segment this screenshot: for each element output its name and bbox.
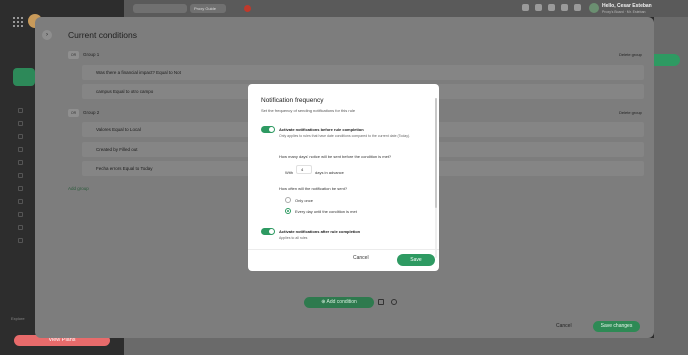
toolbar-icons (522, 4, 581, 11)
condition-text: Fecha errors Equal to Today (96, 166, 153, 171)
condition-text: Was there a financial impact? Equal to N… (96, 70, 181, 75)
dialog-title: Notification frequency (261, 97, 324, 104)
bell-icon[interactable] (561, 4, 568, 11)
add-group-button[interactable]: Add group (68, 186, 89, 191)
before-completion-title: Activate notifications before rule compl… (279, 127, 364, 132)
sidebar-nav-icon[interactable] (18, 160, 23, 165)
board-selector[interactable]: Proxy Guide (190, 4, 226, 13)
after-completion-toggle[interactable] (261, 228, 275, 235)
sidebar-nav-icon[interactable] (18, 212, 23, 217)
delete-group-button[interactable]: Delete group (619, 52, 642, 57)
days-input[interactable]: 4 (296, 165, 312, 174)
dialog-divider (248, 249, 439, 250)
condition-text: Created by Filled out (96, 147, 138, 152)
background-content (654, 17, 688, 355)
delete-group-button[interactable]: Delete group (619, 110, 642, 115)
sidebar-nav-icon[interactable] (18, 225, 23, 230)
explore-label[interactable]: Explore (11, 316, 25, 321)
mail-icon[interactable] (378, 299, 384, 305)
condition-text: Valores Equal to Local (96, 127, 141, 132)
gear-icon[interactable] (574, 4, 581, 11)
workspace-chip[interactable] (133, 4, 187, 13)
background-bottom (124, 338, 688, 355)
group-label: Group 1 (83, 52, 100, 57)
add-condition-button[interactable]: ⊕ Add condition (304, 297, 374, 308)
apps-grid-icon[interactable] (13, 17, 23, 27)
sidebar-nav-icon[interactable] (18, 147, 23, 152)
only-once-label: Only once (295, 198, 314, 203)
dialog-save-button[interactable]: Save (397, 254, 435, 266)
before-completion-note: Only applies to rules that have date con… (279, 134, 411, 138)
every-day-radio[interactable] (285, 208, 291, 214)
chevron-right-icon[interactable]: › (42, 30, 52, 40)
how-often-question: How often will the notification be sent? (279, 186, 348, 191)
dialog-scrollbar[interactable] (435, 98, 437, 258)
after-completion-title: Activate notifications after rule comple… (279, 229, 361, 234)
sidebar-nav-icon[interactable] (18, 134, 23, 139)
sidebar-nav-icon[interactable] (18, 186, 23, 191)
dialog-cancel-button[interactable]: Cancel (353, 255, 369, 261)
sidebar-nav-icon[interactable] (18, 199, 23, 204)
cancel-button[interactable]: Cancel (556, 323, 572, 329)
tool-icon[interactable] (535, 4, 542, 11)
page-title: Current conditions (68, 30, 137, 40)
sidebar-active-item[interactable] (13, 68, 35, 86)
sidebar-nav-icon[interactable] (18, 121, 23, 126)
sidebar-nav-icon[interactable] (18, 238, 23, 243)
after-completion-note: Applies to all rules (279, 236, 308, 240)
save-changes-button[interactable]: Save changes (593, 321, 640, 332)
avatar[interactable] (589, 3, 599, 13)
mail-icon[interactable] (522, 4, 529, 11)
sidebar-nav-icon[interactable] (18, 173, 23, 178)
or-badge: OR (68, 51, 79, 59)
dialog-subtitle: Set the frequency of sending notificatio… (261, 108, 356, 113)
user-subtitle: Proxy's Board · Mr. Esteban (602, 10, 646, 14)
or-badge: OR (68, 109, 79, 117)
rating-stars (244, 5, 284, 12)
only-once-radio[interactable] (285, 197, 291, 203)
days-question: How many days' notice will be sent befor… (279, 154, 392, 159)
group-label: Group 2 (83, 110, 100, 115)
every-day-label: Every day until the condition is met (295, 209, 357, 214)
sidebar-nav-icon[interactable] (18, 108, 23, 113)
clock-icon[interactable] (391, 299, 397, 305)
notification-frequency-dialog: Notification frequency Set the frequency… (248, 84, 439, 271)
before-completion-toggle[interactable] (261, 126, 275, 133)
with-label: With (285, 170, 293, 175)
days-suffix: days in advance (315, 170, 344, 175)
user-greeting: Hello, Cesar Esteban (602, 3, 652, 9)
condition-text: campus Equal to otro campo (96, 89, 154, 94)
add-condition-label: Add condition (326, 299, 357, 305)
help-icon[interactable] (548, 4, 555, 11)
status-dot-icon (244, 5, 251, 12)
